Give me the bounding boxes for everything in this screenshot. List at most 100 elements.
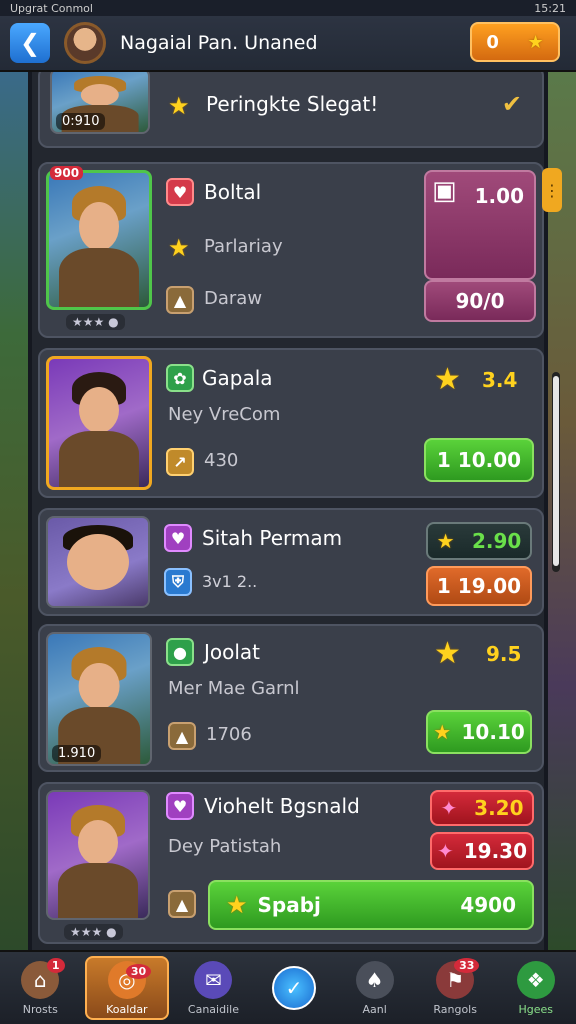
hero-portrait <box>46 516 150 608</box>
summon-value: 4900 <box>460 893 516 917</box>
power-icon: ▲ <box>166 286 194 314</box>
hero-stat: 3v1 2.. <box>202 572 258 591</box>
hero-badge: 900 <box>50 166 84 180</box>
star-icon: ★ <box>226 891 248 919</box>
summon-label: Spabj <box>257 893 321 917</box>
status-bar: Upgrat Conmol 15:21 <box>0 0 576 16</box>
player-avatar[interactable] <box>64 22 106 64</box>
hero-card[interactable]: ♥ Sitah Permam ⛨ 3v1 2.. ★ 2.90 1 19.00 <box>38 508 544 616</box>
leaf-shield-icon: ✿ <box>166 364 194 392</box>
hero-level: 1.910 <box>52 745 102 762</box>
hero-class: Parlariay <box>204 236 283 257</box>
nav-badge: 33 <box>454 958 480 973</box>
hero-card[interactable]: ★★★ ● ♥ Viohelt Bgsnald Dey Patistah ✦ 3… <box>38 782 544 944</box>
helmet-icon: ♠ <box>355 960 394 999</box>
hero-portrait <box>46 356 152 490</box>
side-tab-handle[interactable]: ⋮ <box>542 168 562 212</box>
hero-name: Joolat <box>204 640 261 664</box>
currency-button[interactable]: 0 ★ <box>470 22 560 62</box>
shield-icon: ⛨ <box>164 568 192 596</box>
hero-name: Gapala <box>202 366 273 390</box>
nav-item-mail[interactable]: ✉ Canaidile <box>173 952 254 1024</box>
envelope-icon: ✉ <box>194 960 233 999</box>
nav-item-heroes[interactable]: ◎ 30 Koaldar <box>84 956 170 1020</box>
nav-item-home[interactable]: ⌂ 1 Nrosts <box>0 952 81 1024</box>
star-icon: ★ <box>436 529 455 553</box>
leaf-shield-icon: ● <box>166 638 194 666</box>
star-icon: ★ <box>434 636 461 671</box>
heart-shield-icon: ♥ <box>166 178 194 206</box>
buy-button[interactable]: ★ 10.10 <box>426 710 532 754</box>
nav-label: Rangols <box>433 1002 477 1016</box>
banner-card[interactable]: 0:910 ★ Peringkte Slegat! ✔ <box>38 72 544 148</box>
hero-name: Viohelt Bgsnald <box>204 794 360 818</box>
buy-price: 1 10.00 <box>436 448 522 472</box>
back-arrow-icon: ❮ <box>19 29 41 57</box>
nav-label: Hgees <box>518 1002 554 1016</box>
hero-stat: 1706 <box>206 724 252 745</box>
hero-rating: 3.4 <box>482 368 518 392</box>
buy-button[interactable]: 1 19.00 <box>426 566 532 606</box>
buy-price: 10.10 <box>461 720 525 744</box>
nav-badge: 1 <box>46 958 65 973</box>
scrollbar-thumb[interactable] <box>553 376 559 566</box>
hero-portrait: 1.910 <box>46 632 152 766</box>
hero-stat: Daraw <box>204 288 263 309</box>
chest-icon: ▣ <box>432 176 457 206</box>
banner-text: Peringkte Slegat! <box>206 92 379 116</box>
hero-stat: 430 <box>204 450 239 471</box>
price-tag: ✦ 3.20 <box>430 790 534 826</box>
hero-portrait <box>46 790 150 920</box>
hero-card[interactable]: ✿ Gapala Ney VreCom ↗ 430 ★ 3.4 1 10.00 <box>38 348 544 498</box>
price-tag: ★ 2.90 <box>426 522 532 560</box>
currency-amount: 0 <box>486 31 499 53</box>
price-tag: ✦ 19.30 <box>430 832 534 870</box>
hero-card[interactable]: 1.910 ● Joolat Mer Mae Garnl ▲ 1706 ★ 9.… <box>38 624 544 772</box>
power-icon: ▲ <box>168 890 196 918</box>
nav-item-center[interactable]: ✓ <box>254 952 335 1024</box>
rarity-stars: ★★★ ● <box>66 314 125 330</box>
status-left-text: Upgrat Conmol <box>10 1 93 15</box>
hero-list[interactable]: 0:910 ★ Peringkte Slegat! ✔ 900 ★★★ ● ♥ … <box>28 72 548 950</box>
gem-icon: ✦ <box>440 796 458 820</box>
buy-price: 90/0 <box>455 289 505 313</box>
hero-card[interactable]: 900 ★★★ ● ♥ Boltal ★ Parlariay ▲ Daraw 1… <box>38 162 544 338</box>
hero-portrait <box>46 170 152 310</box>
buy-button[interactable]: 90/0 <box>424 280 536 322</box>
nav-item-guild[interactable]: ♠ Aanl <box>334 952 415 1024</box>
summon-button[interactable]: ★ Spabj 4900 <box>208 880 534 930</box>
buy-price: 1 19.00 <box>436 574 522 598</box>
gem-icon: ✦ <box>436 839 454 863</box>
power-icon: ↗ <box>166 448 194 476</box>
rarity-stars: ★★★ ● <box>64 924 123 940</box>
nav-item-events[interactable]: ⚑ 33 Rangols <box>415 952 496 1024</box>
star-icon: ★ <box>527 31 544 53</box>
hero-rating: 9.5 <box>486 642 522 666</box>
hero-name: Boltal <box>204 180 262 204</box>
star-icon: ★ <box>433 720 452 744</box>
nav-item-quests[interactable]: ❖ Hgees <box>495 952 576 1024</box>
back-button[interactable]: ❮ <box>10 23 50 63</box>
nav-label: Koaldar <box>106 1002 148 1016</box>
star-icon: ★ <box>434 362 461 397</box>
star-icon: ★ <box>168 92 190 120</box>
buy-button[interactable]: 1 10.00 <box>424 438 534 482</box>
hero-class: Ney VreCom <box>168 404 281 425</box>
compass-icon: ❖ <box>516 960 555 999</box>
bottom-navigation: ⌂ 1 Nrosts ◎ 30 Koaldar ✉ Canaidile ✓ ♠ … <box>0 950 576 1024</box>
heart-shield-icon: ♥ <box>166 792 194 820</box>
price-top: 1.00 <box>474 184 524 208</box>
banner-portrait: 0:910 <box>50 72 150 134</box>
status-time: 15:21 <box>534 1 566 15</box>
star-icon: ★ <box>168 234 190 262</box>
power-icon: ▲ <box>168 722 196 750</box>
check-circle-icon: ✓ <box>272 966 317 1010</box>
nav-label: Aanl <box>362 1002 387 1016</box>
hero-name: Sitah Permam <box>202 526 343 550</box>
hero-class: Dey Patistah <box>168 836 282 857</box>
header-bar: ❮ Nagaial Pan. Unaned 0 ★ <box>0 16 576 72</box>
hero-class: Mer Mae Garnl <box>168 678 300 699</box>
check-icon: ✔ <box>501 90 522 118</box>
heart-shield-icon: ♥ <box>164 524 192 552</box>
nav-badge: 30 <box>125 964 152 979</box>
